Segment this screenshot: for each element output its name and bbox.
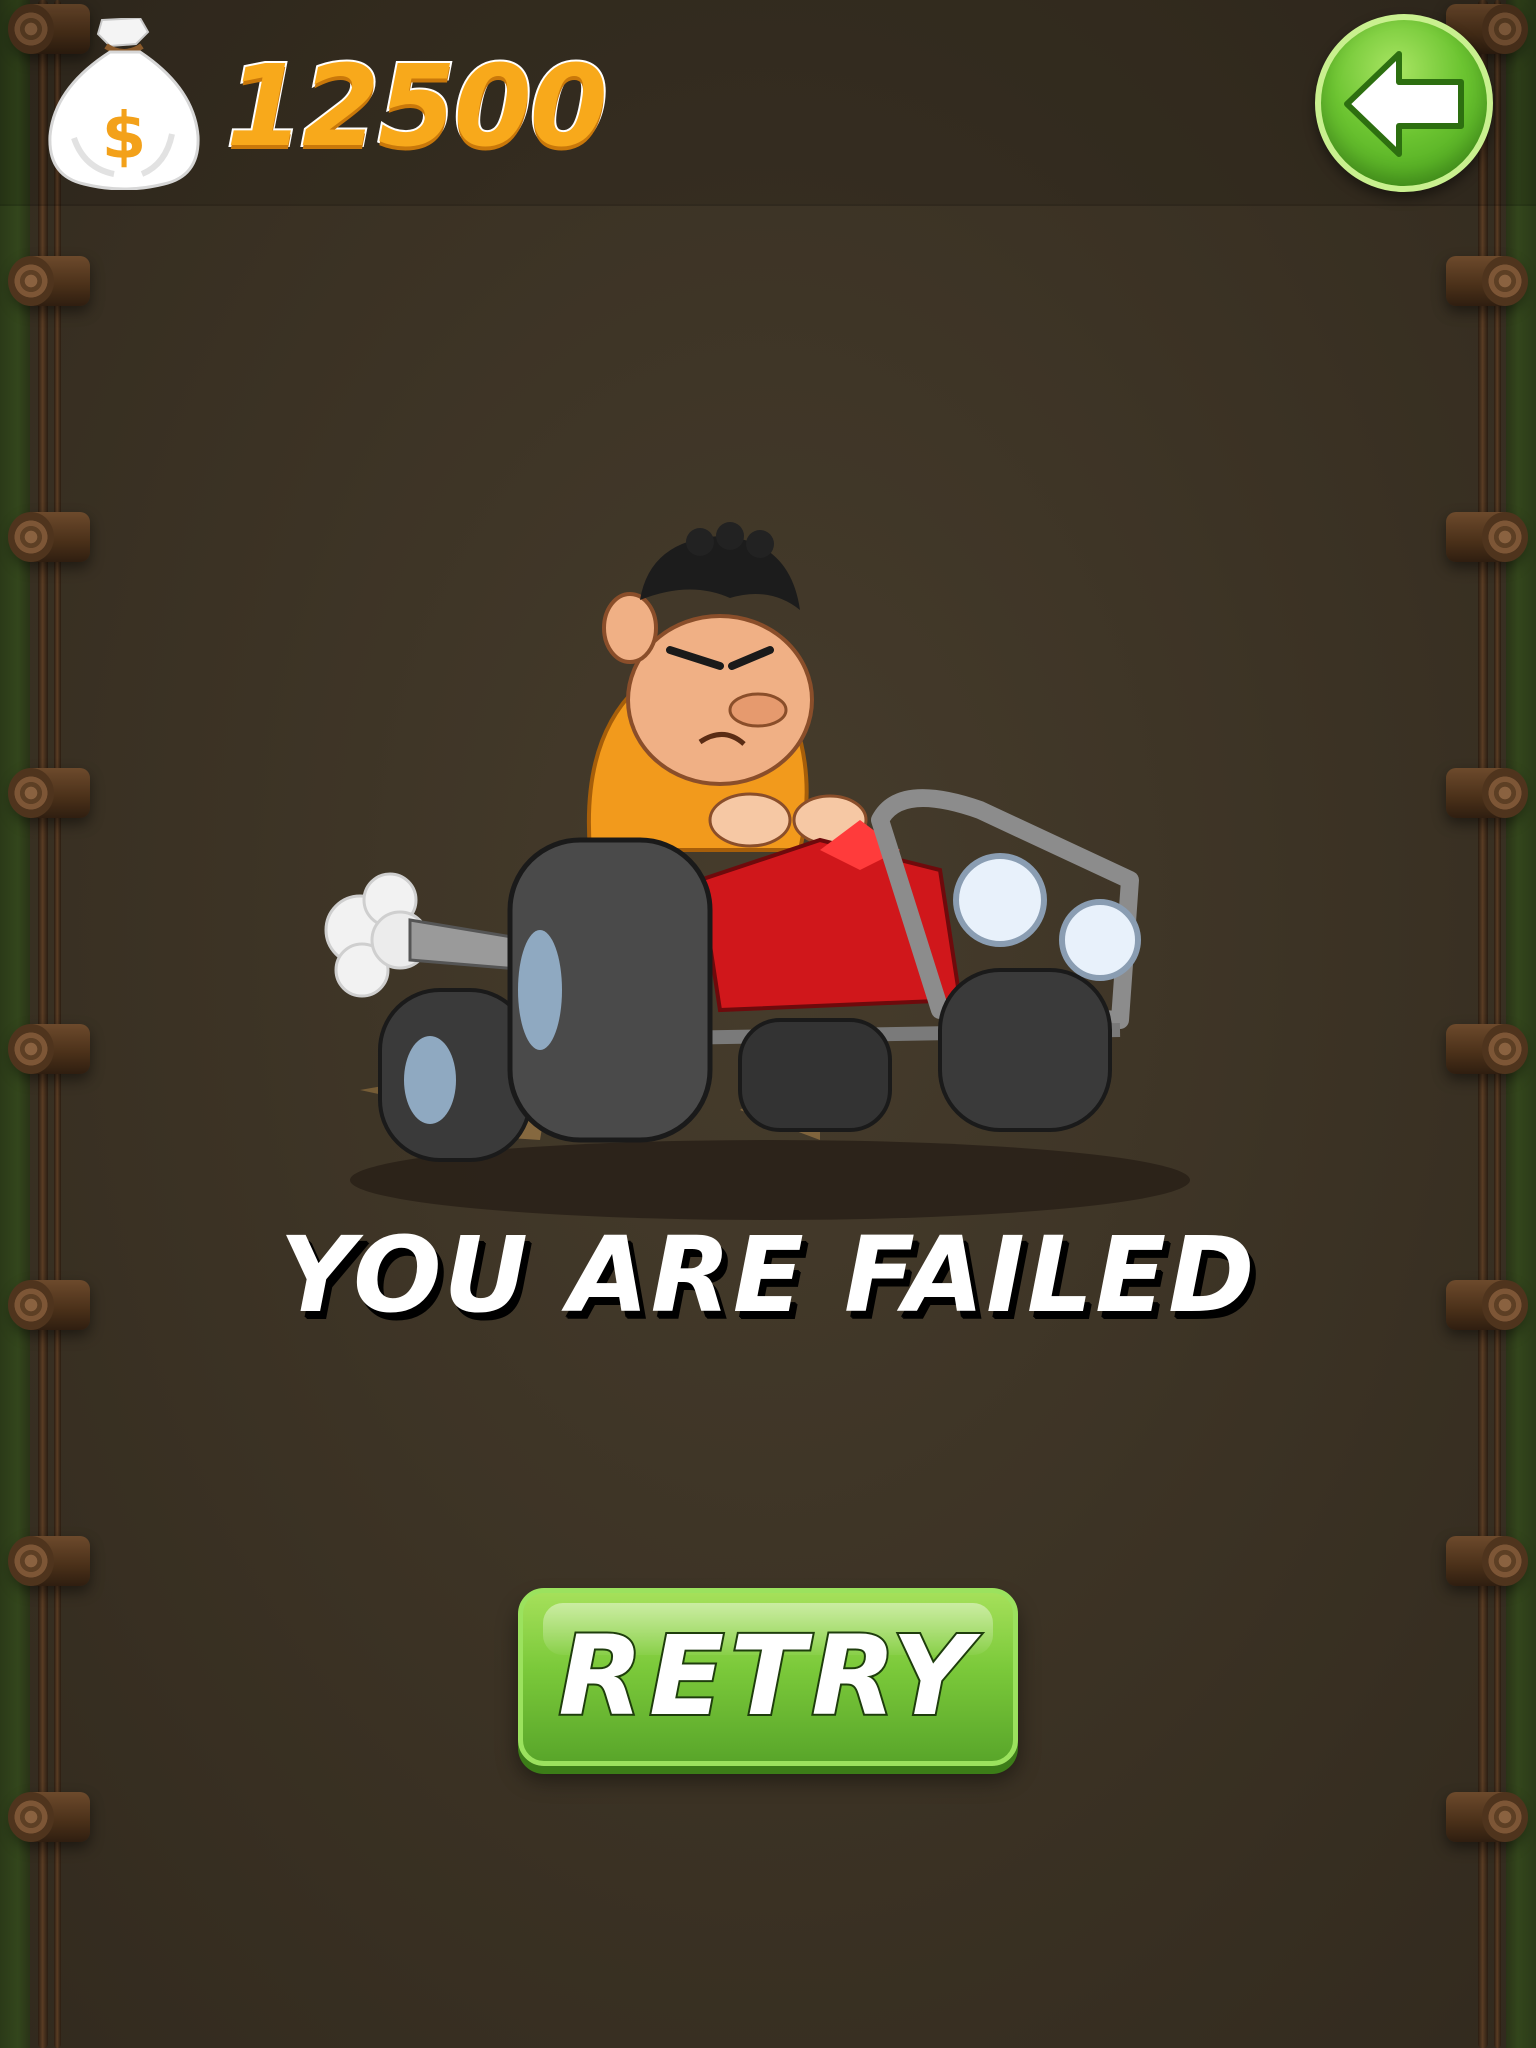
kart bbox=[378, 789, 1141, 1162]
failed-message: YOU ARE FAILED bbox=[279, 1214, 1257, 1336]
back-arrow-icon bbox=[1344, 51, 1464, 157]
money-bag-icon: $ bbox=[44, 16, 204, 191]
log-icon bbox=[8, 512, 90, 562]
retry-button[interactable]: RETRY bbox=[518, 1588, 1018, 1766]
log-icon bbox=[8, 256, 90, 306]
fence-right bbox=[1446, 0, 1524, 2048]
driver bbox=[586, 522, 868, 852]
log-icon bbox=[8, 1024, 90, 1074]
svg-text:$: $ bbox=[102, 100, 147, 174]
log-icon bbox=[8, 1792, 90, 1842]
fence-left bbox=[8, 0, 90, 2048]
log-icon bbox=[1446, 768, 1524, 818]
log-icon bbox=[1446, 256, 1524, 306]
log-icon bbox=[8, 1536, 90, 1586]
log-icon bbox=[8, 768, 90, 818]
log-icon bbox=[1446, 512, 1524, 562]
back-button[interactable] bbox=[1315, 14, 1493, 192]
top-hud-bar: $ 12500 bbox=[0, 0, 1536, 206]
coin-score: 12500 bbox=[224, 40, 610, 174]
retry-label: RETRY bbox=[556, 1610, 978, 1742]
driver-kart-illustration bbox=[300, 520, 1240, 1220]
log-icon bbox=[1446, 1024, 1524, 1074]
log-icon bbox=[1446, 1792, 1524, 1842]
log-icon bbox=[1446, 1536, 1524, 1586]
